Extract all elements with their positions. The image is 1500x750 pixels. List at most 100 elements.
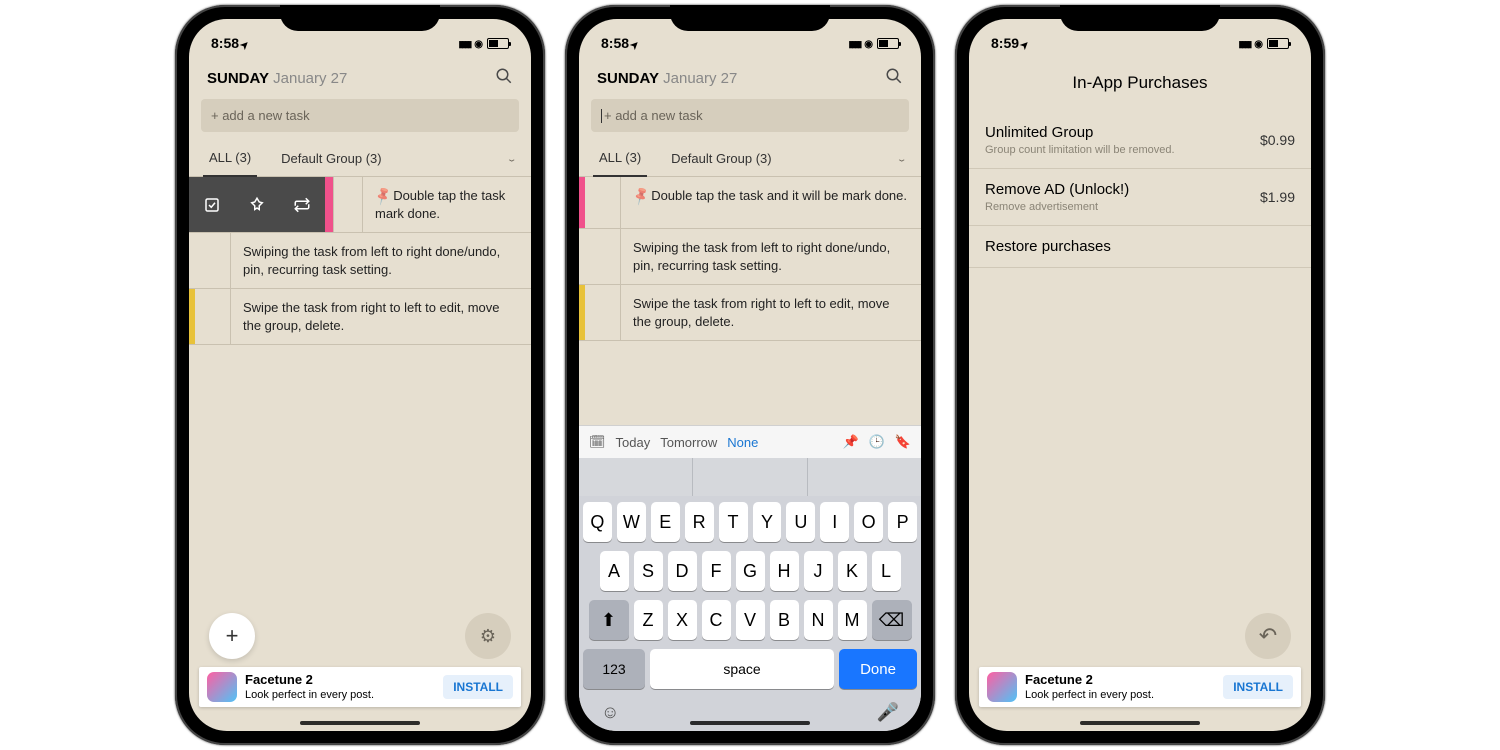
key-b[interactable]: B bbox=[770, 600, 799, 640]
home-indicator[interactable] bbox=[1080, 721, 1200, 725]
task-text: Double tap the task and it will be mark … bbox=[651, 188, 907, 203]
mic-key[interactable]: 🎤 bbox=[877, 702, 899, 723]
ad-banner[interactable]: Facetune 2Look perfect in every post. IN… bbox=[199, 667, 521, 707]
done-key[interactable]: Done bbox=[839, 649, 917, 689]
key-l[interactable]: L bbox=[872, 551, 901, 591]
header-day: SUNDAY bbox=[597, 70, 659, 87]
space-key[interactable]: space bbox=[650, 649, 834, 689]
key-k[interactable]: K bbox=[838, 551, 867, 591]
undo-button[interactable]: ↶ bbox=[1245, 613, 1291, 659]
toolbar-bookmark-x-icon[interactable]: 🔖 bbox=[895, 434, 911, 450]
action-pin-icon[interactable] bbox=[234, 177, 279, 232]
purchase-list: Unlimited Group Group count limitation w… bbox=[969, 112, 1311, 268]
num-key[interactable]: 123 bbox=[583, 649, 645, 689]
keyboard-suggestions bbox=[579, 458, 921, 496]
key-a[interactable]: A bbox=[600, 551, 629, 591]
emoji-key[interactable]: ☺ bbox=[601, 702, 619, 723]
shift-key[interactable]: ⬆ bbox=[589, 600, 629, 640]
date-tomorrow[interactable]: Tomorrow bbox=[660, 435, 717, 450]
task-row[interactable]: Swiping the task from left to right done… bbox=[189, 233, 531, 289]
add-task-input[interactable]: + add a new task bbox=[201, 99, 519, 132]
purchase-price: $0.99 bbox=[1260, 132, 1295, 148]
task-text: Swipe the task from right to left to edi… bbox=[621, 285, 921, 340]
key-w[interactable]: W bbox=[617, 502, 646, 542]
keyboard: QWERTYUIOP ASDFGHJKL ⬆ ZXCVBNM ⌫ 123 spa… bbox=[579, 496, 921, 731]
notch bbox=[280, 5, 440, 31]
purchase-row-unlimited[interactable]: Unlimited Group Group count limitation w… bbox=[969, 112, 1311, 169]
key-q[interactable]: Q bbox=[583, 502, 612, 542]
key-m[interactable]: M bbox=[838, 600, 867, 640]
wifi-icon bbox=[1254, 36, 1263, 50]
key-t[interactable]: T bbox=[719, 502, 748, 542]
home-indicator[interactable] bbox=[690, 721, 810, 725]
add-task-placeholder: + add a new task bbox=[211, 108, 310, 123]
task-row[interactable]: 📌Double tap the task and it will be mark… bbox=[579, 177, 921, 229]
tab-row: ALL (3) Default Group (3) ⌄ bbox=[579, 142, 921, 177]
signal-icon bbox=[458, 36, 470, 50]
key-i[interactable]: I bbox=[820, 502, 849, 542]
location-icon bbox=[1021, 35, 1029, 51]
tab-row: ALL (3) Default Group (3) ⌄ bbox=[189, 142, 531, 177]
add-task-input[interactable]: + add a new task bbox=[591, 99, 909, 132]
task-row[interactable]: Swiping the task from left to right done… bbox=[579, 229, 921, 285]
search-icon[interactable] bbox=[885, 67, 903, 89]
ad-subtitle: Look perfect in every post. bbox=[1025, 689, 1154, 701]
tab-default-group[interactable]: Default Group (3) bbox=[275, 143, 387, 176]
key-u[interactable]: U bbox=[786, 502, 815, 542]
key-j[interactable]: J bbox=[804, 551, 833, 591]
key-h[interactable]: H bbox=[770, 551, 799, 591]
key-c[interactable]: C bbox=[702, 600, 731, 640]
header: SUNDAY January 27 bbox=[579, 59, 921, 95]
text-cursor bbox=[601, 109, 602, 123]
backspace-key[interactable]: ⌫ bbox=[872, 600, 912, 640]
key-z[interactable]: Z bbox=[634, 600, 663, 640]
settings-button[interactable]: ⚙ bbox=[465, 613, 511, 659]
add-button[interactable]: + bbox=[209, 613, 255, 659]
phone-frame-2: 8:58 SUNDAY January 27 + add a new task … bbox=[565, 5, 935, 745]
task-row[interactable]: Swipe the task from right to left to edi… bbox=[189, 289, 531, 345]
keyboard-toolbar: 🗓 Today Tomorrow None 📌 🕒 🔖 bbox=[579, 425, 921, 458]
ad-banner[interactable]: Facetune 2Look perfect in every post. IN… bbox=[979, 667, 1301, 707]
key-n[interactable]: N bbox=[804, 600, 833, 640]
key-f[interactable]: F bbox=[702, 551, 731, 591]
tab-all[interactable]: ALL (3) bbox=[593, 142, 647, 177]
key-p[interactable]: P bbox=[888, 502, 917, 542]
key-o[interactable]: O bbox=[854, 502, 883, 542]
battery-icon bbox=[877, 38, 899, 49]
add-task-placeholder: + add a new task bbox=[604, 108, 703, 123]
date-none[interactable]: None bbox=[727, 435, 758, 450]
chevron-down-icon[interactable]: ⌄ bbox=[896, 154, 907, 164]
key-e[interactable]: E bbox=[651, 502, 680, 542]
key-x[interactable]: X bbox=[668, 600, 697, 640]
calendar-icon[interactable]: 🗓 bbox=[589, 434, 606, 450]
action-repeat-icon[interactable] bbox=[280, 177, 325, 232]
key-g[interactable]: G bbox=[736, 551, 765, 591]
status-time: 8:58 bbox=[211, 35, 239, 51]
key-r[interactable]: R bbox=[685, 502, 714, 542]
tab-default-group[interactable]: Default Group (3) bbox=[665, 143, 777, 176]
purchase-price: $1.99 bbox=[1260, 189, 1295, 205]
tab-all[interactable]: ALL (3) bbox=[203, 142, 257, 177]
key-v[interactable]: V bbox=[736, 600, 765, 640]
toolbar-pin-icon[interactable]: 📌 bbox=[842, 434, 858, 450]
chevron-down-icon[interactable]: ⌄ bbox=[506, 154, 517, 164]
purchase-row-remove-ad[interactable]: Remove AD (Unlock!) Remove advertisement… bbox=[969, 169, 1311, 226]
header: SUNDAY January 27 bbox=[189, 59, 531, 95]
search-icon[interactable] bbox=[495, 67, 513, 89]
action-done-icon[interactable] bbox=[189, 177, 234, 232]
key-d[interactable]: D bbox=[668, 551, 697, 591]
signal-icon bbox=[1238, 36, 1250, 50]
task-row[interactable]: Swipe the task from right to left to edi… bbox=[579, 285, 921, 341]
task-row[interactable]: 📌Double tap the task mark done. bbox=[189, 177, 531, 233]
home-indicator[interactable] bbox=[300, 721, 420, 725]
page-title: In-App Purchases bbox=[969, 59, 1311, 112]
toolbar-clock-icon[interactable]: 🕒 bbox=[869, 434, 885, 450]
header-day: SUNDAY bbox=[207, 70, 269, 87]
key-y[interactable]: Y bbox=[753, 502, 782, 542]
battery-icon bbox=[487, 38, 509, 49]
install-button[interactable]: INSTALL bbox=[1223, 675, 1293, 699]
key-s[interactable]: S bbox=[634, 551, 663, 591]
install-button[interactable]: INSTALL bbox=[443, 675, 513, 699]
date-today[interactable]: Today bbox=[616, 435, 651, 450]
restore-purchases[interactable]: Restore purchases bbox=[969, 226, 1311, 268]
